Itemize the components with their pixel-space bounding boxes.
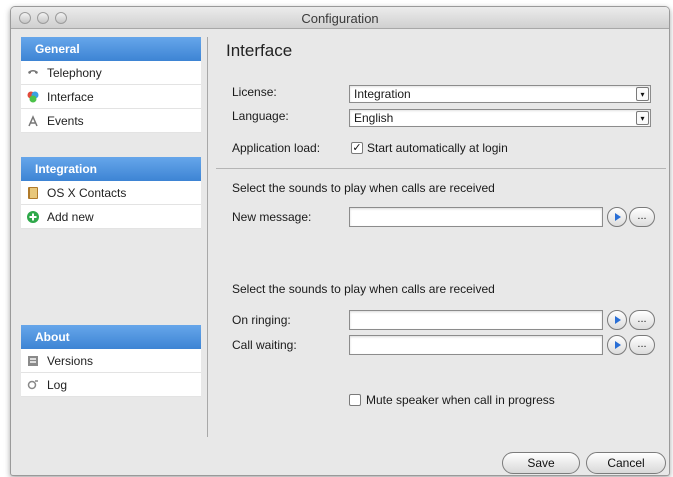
contacts-book-icon	[28, 187, 38, 199]
versions-icon	[28, 356, 38, 366]
sidebar-header-integration: Integration	[21, 157, 201, 181]
sounds-group-1-title: Select the sounds to play when calls are…	[232, 181, 495, 195]
application-load-label: Application load:	[232, 141, 321, 155]
sidebar-item-log[interactable]: Log	[21, 373, 201, 397]
sidebar-item-events[interactable]: Events	[21, 109, 201, 133]
sidebar: General Telephony Interface Events Integ…	[21, 37, 201, 447]
sidebar-header-about: About	[21, 325, 201, 349]
on-ringing-label: On ringing:	[232, 313, 291, 327]
sidebar-header-general: General	[21, 37, 201, 61]
browse-on-ringing-button[interactable]: ...	[629, 310, 655, 330]
telephone-icon	[28, 70, 38, 74]
license-select[interactable]: Integration ▾	[349, 85, 651, 103]
sidebar-item-label: Telephony	[47, 66, 102, 80]
sidebar-item-label: Add new	[47, 210, 94, 224]
new-message-label: New message:	[232, 210, 312, 224]
sidebar-item-add-new[interactable]: Add new	[21, 205, 201, 229]
interface-panel: Interface License: Integration ▾ Languag…	[216, 33, 666, 443]
start-at-login-checkbox[interactable]: ✓	[351, 142, 363, 154]
sidebar-item-interface[interactable]: Interface	[21, 85, 201, 109]
sidebar-item-label: Log	[47, 378, 68, 392]
mute-speaker-checkbox[interactable]	[349, 394, 361, 406]
license-value: Integration	[354, 87, 411, 101]
call-waiting-field[interactable]	[349, 335, 603, 355]
browse-new-message-button[interactable]: ...	[629, 207, 655, 227]
page-title: Interface	[226, 41, 293, 60]
separator	[216, 168, 666, 169]
configuration-window: Configuration General Telephony Interfac…	[10, 6, 670, 476]
sidebar-divider	[207, 37, 208, 437]
save-button[interactable]: Save	[502, 452, 580, 474]
cancel-button[interactable]: Cancel	[586, 452, 666, 474]
play-on-ringing-button[interactable]	[607, 310, 627, 330]
start-at-login-label: Start automatically at login	[367, 141, 508, 155]
interface-icon	[27, 91, 39, 103]
play-call-waiting-button[interactable]	[607, 335, 627, 355]
mute-speaker-label: Mute speaker when call in progress	[366, 393, 555, 407]
log-icon	[27, 380, 38, 390]
play-icon	[615, 316, 621, 324]
events-icon	[28, 115, 38, 127]
title-bar: Configuration	[11, 7, 669, 29]
license-label: License:	[232, 85, 277, 99]
sidebar-item-label: Interface	[47, 90, 94, 104]
on-ringing-field[interactable]	[349, 310, 603, 330]
chevron-down-icon: ▾	[636, 111, 649, 125]
sidebar-item-label: OS X Contacts	[47, 186, 127, 200]
sidebar-item-label: Versions	[47, 354, 94, 368]
language-label: Language:	[232, 109, 289, 123]
sidebar-item-os-x-contacts[interactable]: OS X Contacts	[21, 181, 201, 205]
sidebar-item-telephony[interactable]: Telephony	[21, 61, 201, 85]
sidebar-item-label: Events	[47, 114, 84, 128]
sidebar-item-versions[interactable]: Versions	[21, 349, 201, 373]
play-icon	[615, 341, 621, 349]
language-select[interactable]: English ▾	[349, 109, 651, 127]
play-new-message-button[interactable]	[607, 207, 627, 227]
browse-call-waiting-button[interactable]: ...	[629, 335, 655, 355]
new-message-field[interactable]	[349, 207, 603, 227]
sounds-group-2-title: Select the sounds to play when calls are…	[232, 282, 495, 296]
window-title: Configuration	[301, 11, 379, 26]
play-icon	[615, 213, 621, 221]
chevron-down-icon: ▾	[636, 87, 649, 101]
language-value: English	[354, 111, 394, 125]
call-waiting-label: Call waiting:	[232, 338, 297, 352]
add-icon	[27, 211, 39, 223]
